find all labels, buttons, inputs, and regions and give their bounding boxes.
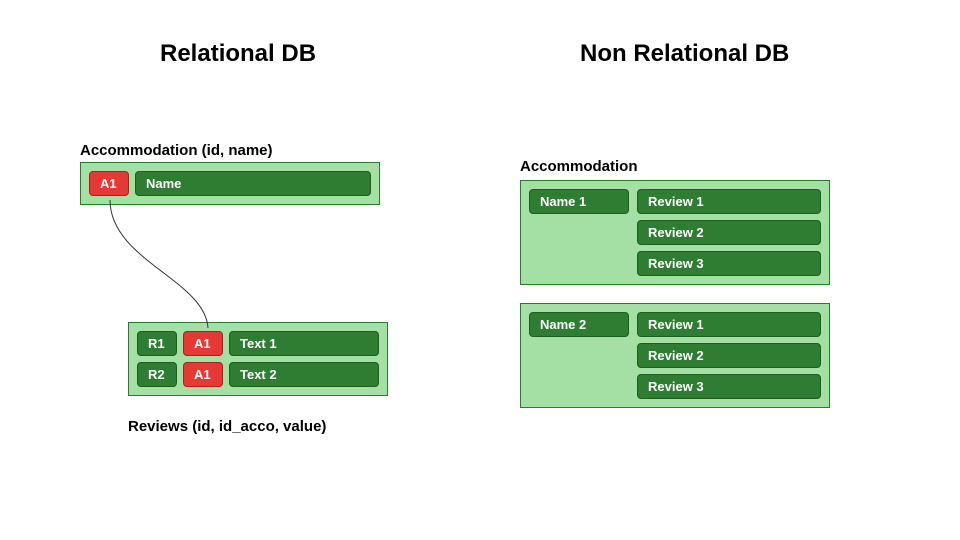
review-id-cell: R2 — [137, 362, 177, 387]
right-title: Non Relational DB — [580, 40, 789, 68]
accommodation-table-label: Accommodation (id, name) — [80, 142, 273, 159]
doc-review-cell: Review 1 — [637, 312, 821, 337]
reviews-table: R1 A1 Text 1 R2 A1 Text 2 — [128, 322, 388, 396]
fk-connector-line — [0, 0, 480, 540]
accommodation-table: A1 Name — [80, 162, 380, 205]
doc-review-cell: Review 2 — [637, 220, 821, 245]
review-id-cell: R1 — [137, 331, 177, 356]
doc-name-cell: Name 2 — [529, 312, 629, 337]
doc-review-cell: Review 3 — [637, 374, 821, 399]
doc-name-cell: Name 1 — [529, 189, 629, 214]
document-box: Name 1 Review 1 Review 2 Review 3 — [520, 180, 830, 285]
review-fk-cell: A1 — [183, 331, 223, 356]
doc-review-cell: Review 3 — [637, 251, 821, 276]
review-fk-cell: A1 — [183, 362, 223, 387]
review-text-cell: Text 1 — [229, 331, 379, 356]
doc-review-cell: Review 2 — [637, 343, 821, 368]
review-text-cell: Text 2 — [229, 362, 379, 387]
nonrel-accommodation-label: Accommodation — [520, 158, 638, 175]
table-row: R2 A1 Text 2 — [137, 362, 379, 387]
table-row: A1 Name — [89, 171, 371, 196]
reviews-table-label: Reviews (id, id_acco, value) — [128, 418, 326, 435]
document-box: Name 2 Review 1 Review 2 Review 3 — [520, 303, 830, 408]
left-title: Relational DB — [160, 40, 316, 68]
table-row: R1 A1 Text 1 — [137, 331, 379, 356]
accommodation-name-cell: Name — [135, 171, 371, 196]
doc-review-cell: Review 1 — [637, 189, 821, 214]
accommodation-id-cell: A1 — [89, 171, 129, 196]
